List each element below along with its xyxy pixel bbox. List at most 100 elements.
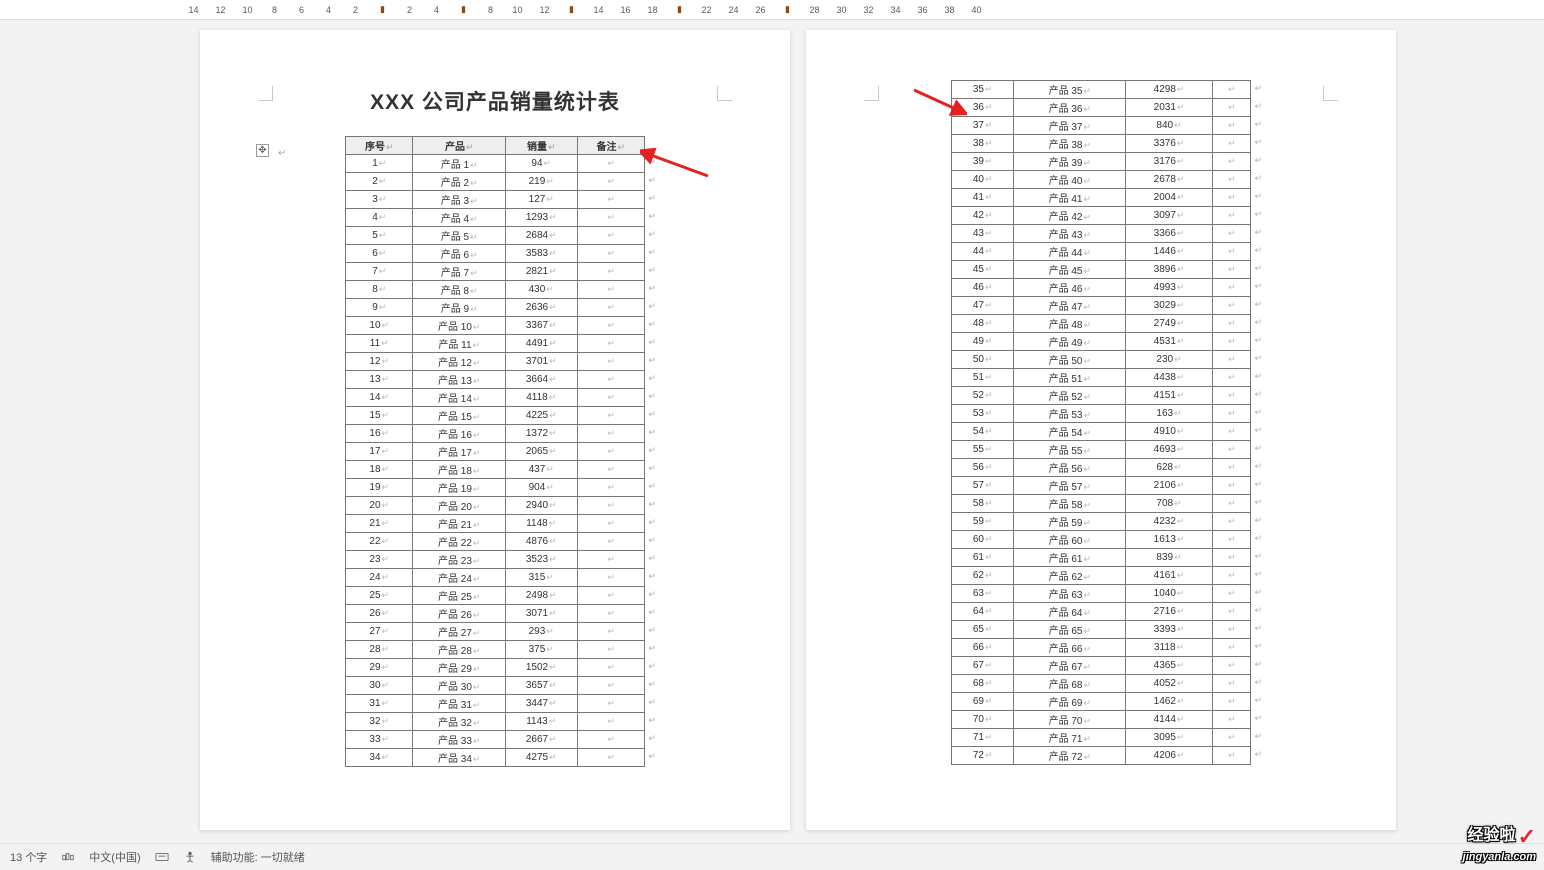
table-cell[interactable]: 产品 23↵ — [413, 551, 505, 569]
table-cell[interactable]: ↵↵ — [1212, 711, 1250, 729]
table-cell[interactable]: 3393↵ — [1126, 621, 1213, 639]
table-cell[interactable]: ↵↵ — [1212, 729, 1250, 747]
table-row[interactable]: 35↵产品 35↵4298↵↵↵ — [952, 81, 1251, 99]
table-row[interactable]: 24↵产品 24↵315↵↵↵ — [346, 569, 645, 587]
table-cell[interactable]: 63↵ — [952, 585, 1014, 603]
table-cell[interactable]: 59↵ — [952, 513, 1014, 531]
table-cell[interactable]: 产品 11↵ — [413, 335, 505, 353]
table-cell[interactable]: 68↵ — [952, 675, 1014, 693]
table-row[interactable]: 70↵产品 70↵4144↵↵↵ — [952, 711, 1251, 729]
table-cell[interactable]: 产品 28↵ — [413, 641, 505, 659]
table-cell[interactable]: 14↵ — [346, 389, 413, 407]
table-cell[interactable]: 4365↵ — [1126, 657, 1213, 675]
table-cell[interactable]: 产品 26↵ — [413, 605, 505, 623]
table-cell[interactable]: 45↵ — [952, 261, 1014, 279]
table-cell[interactable]: 66↵ — [952, 639, 1014, 657]
table-cell[interactable]: 27↵ — [346, 623, 413, 641]
table-cell[interactable]: 产品 54↵ — [1014, 423, 1126, 441]
table-row[interactable]: 4↵产品 4↵1293↵↵↵ — [346, 209, 645, 227]
table-cell[interactable]: 4438↵ — [1126, 369, 1213, 387]
table-cell[interactable]: 产品 16↵ — [413, 425, 505, 443]
table-cell[interactable]: 产品 12↵ — [413, 353, 505, 371]
table-cell[interactable]: 产品 59↵ — [1014, 513, 1126, 531]
table-cell[interactable]: 26↵ — [346, 605, 413, 623]
table-cell[interactable]: ↵↵ — [577, 677, 645, 695]
table-row[interactable]: 71↵产品 71↵3095↵↵↵ — [952, 729, 1251, 747]
table-cell[interactable]: 49↵ — [952, 333, 1014, 351]
table-cell[interactable]: 产品 42↵ — [1014, 207, 1126, 225]
table-cell[interactable]: 16↵ — [346, 425, 413, 443]
table-row[interactable]: 33↵产品 33↵2667↵↵↵ — [346, 731, 645, 749]
table-cell[interactable]: 1↵ — [346, 155, 413, 173]
table-cell[interactable]: 3523↵ — [505, 551, 577, 569]
table-row[interactable]: 68↵产品 68↵4052↵↵↵ — [952, 675, 1251, 693]
table-cell[interactable]: 产品 35↵ — [1014, 81, 1126, 99]
table-cell[interactable]: 58↵ — [952, 495, 1014, 513]
document-title[interactable]: XXX 公司产品销量统计表 — [270, 86, 720, 116]
table-cell[interactable]: 9↵ — [346, 299, 413, 317]
table-cell[interactable]: 3701↵ — [505, 353, 577, 371]
table-cell[interactable]: ↵↵ — [1212, 99, 1250, 117]
table-cell[interactable]: ↵↵ — [577, 641, 645, 659]
table-cell[interactable]: 2031↵ — [1126, 99, 1213, 117]
table-cell[interactable]: 产品 50↵ — [1014, 351, 1126, 369]
table-row[interactable]: 26↵产品 26↵3071↵↵↵ — [346, 605, 645, 623]
table-cell[interactable]: ↵↵ — [1212, 531, 1250, 549]
table-cell[interactable]: ↵↵ — [1212, 225, 1250, 243]
table-cell[interactable]: 94↵ — [505, 155, 577, 173]
table-cell[interactable]: 产品 58↵ — [1014, 495, 1126, 513]
table-cell[interactable]: 3447↵ — [505, 695, 577, 713]
table-cell[interactable]: ↵↵ — [577, 551, 645, 569]
table-cell[interactable]: 3↵ — [346, 191, 413, 209]
table-cell[interactable]: ↵↵ — [577, 209, 645, 227]
table-cell[interactable]: ↵↵ — [1212, 297, 1250, 315]
table-cell[interactable]: ↵↵ — [1212, 351, 1250, 369]
table-row[interactable]: 12↵产品 12↵3701↵↵↵ — [346, 353, 645, 371]
table-cell[interactable]: ↵↵ — [1212, 675, 1250, 693]
table-cell[interactable]: ↵↵ — [1212, 693, 1250, 711]
table-cell[interactable]: 4298↵ — [1126, 81, 1213, 99]
table-cell[interactable]: 3071↵ — [505, 605, 577, 623]
table-cell[interactable]: ↵↵ — [577, 389, 645, 407]
table-row[interactable]: 43↵产品 43↵3366↵↵↵ — [952, 225, 1251, 243]
table-cell[interactable]: 6↵ — [346, 245, 413, 263]
table-cell[interactable]: 产品 29↵ — [413, 659, 505, 677]
table-cell[interactable]: 839↵ — [1126, 549, 1213, 567]
table-cell[interactable]: ↵↵ — [577, 713, 645, 731]
table-cell[interactable]: ↵↵ — [577, 353, 645, 371]
table-cell[interactable]: 产品 17↵ — [413, 443, 505, 461]
table-cell[interactable]: 50↵ — [952, 351, 1014, 369]
table-cell[interactable]: ↵↵ — [1212, 117, 1250, 135]
table-cell[interactable]: 3367↵ — [505, 317, 577, 335]
table-cell[interactable]: 3097↵ — [1126, 207, 1213, 225]
table-cell[interactable]: ↵↵ — [577, 749, 645, 767]
table-cell[interactable]: 4225↵ — [505, 407, 577, 425]
table-cell[interactable]: 2106↵ — [1126, 477, 1213, 495]
table-row[interactable]: 62↵产品 62↵4161↵↵↵ — [952, 567, 1251, 585]
table-cell[interactable]: 3376↵ — [1126, 135, 1213, 153]
table-cell[interactable]: 1446↵ — [1126, 243, 1213, 261]
table-cell[interactable]: ↵↵ — [577, 317, 645, 335]
table-cell[interactable]: ↵↵ — [1212, 243, 1250, 261]
table-cell[interactable]: 3657↵ — [505, 677, 577, 695]
table-cell[interactable]: ↵↵ — [577, 533, 645, 551]
sales-table-page2[interactable]: 35↵产品 35↵4298↵↵↵36↵产品 36↵2031↵↵↵37↵产品 37… — [951, 80, 1251, 765]
table-cell[interactable]: 3118↵ — [1126, 639, 1213, 657]
table-row[interactable]: 50↵产品 50↵230↵↵↵ — [952, 351, 1251, 369]
table-cell[interactable]: ↵↵ — [577, 461, 645, 479]
accessibility-status[interactable]: 辅助功能: 一切就绪 — [211, 849, 305, 865]
page-1[interactable]: XXX 公司产品销量统计表 ✥ ↵ 序号↵产品↵销量↵备注↵ 1↵产品 1↵94… — [200, 30, 790, 830]
table-cell[interactable]: 1372↵ — [505, 425, 577, 443]
table-cell[interactable]: 产品 14↵ — [413, 389, 505, 407]
table-row[interactable]: 37↵产品 37↵840↵↵↵ — [952, 117, 1251, 135]
table-cell[interactable]: 38↵ — [952, 135, 1014, 153]
table-cell[interactable]: 4693↵ — [1126, 441, 1213, 459]
table-cell[interactable]: 产品 9↵ — [413, 299, 505, 317]
table-cell[interactable]: ↵↵ — [1212, 603, 1250, 621]
table-cell[interactable]: 127↵ — [505, 191, 577, 209]
table-cell[interactable]: 4910↵ — [1126, 423, 1213, 441]
table-cell[interactable]: 2065↵ — [505, 443, 577, 461]
table-cell[interactable]: 18↵ — [346, 461, 413, 479]
table-row[interactable]: 21↵产品 21↵1148↵↵↵ — [346, 515, 645, 533]
table-cell[interactable]: ↵↵ — [1212, 333, 1250, 351]
